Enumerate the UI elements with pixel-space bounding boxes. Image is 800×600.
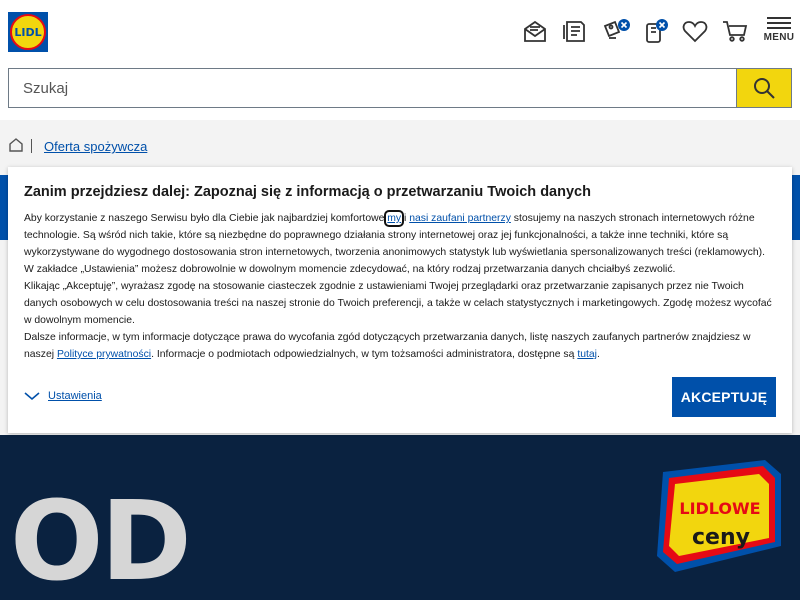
consent-paragraph-3: Klikając „Akceptuję”, wyrażasz zgodę na … bbox=[24, 281, 772, 326]
svg-text:LIDL: LIDL bbox=[14, 26, 41, 39]
svg-text:LIDLOWE: LIDLOWE bbox=[679, 499, 760, 518]
modal-body: Aby korzystanie z naszego Serwisu było d… bbox=[24, 210, 774, 363]
settings-toggle[interactable]: Ustawienia bbox=[24, 390, 102, 402]
svg-text:ceny: ceny bbox=[692, 525, 750, 550]
here-link[interactable]: tutaj bbox=[577, 349, 597, 360]
my-link[interactable]: my bbox=[384, 210, 405, 227]
cart-icon[interactable] bbox=[720, 16, 750, 46]
trusted-partners-link[interactable]: nasi zaufani partnerzy bbox=[409, 213, 511, 224]
lidl-plus-coupons-icon[interactable] bbox=[602, 16, 632, 46]
settings-label: Ustawienia bbox=[48, 390, 102, 402]
consent-paragraph-1: Aby korzystanie z naszego Serwisu było d… bbox=[24, 210, 765, 258]
leaflet-icon[interactable] bbox=[560, 16, 590, 46]
menu-label: MENU bbox=[763, 32, 795, 43]
modal-title: Zanim przejdziesz dalej: Zapoznaj się z … bbox=[24, 184, 591, 200]
hamburger-icon bbox=[762, 17, 796, 29]
cookie-consent-modal: Zanim przejdziesz dalej: Zapoznaj się z … bbox=[8, 167, 792, 433]
chevron-down-icon bbox=[24, 392, 40, 401]
lidl-plus-app-icon[interactable] bbox=[642, 16, 672, 46]
breadcrumb-link[interactable]: Oferta spożywcza bbox=[44, 139, 147, 154]
search-icon bbox=[754, 78, 775, 99]
accept-button[interactable]: AKCEPTUJĘ bbox=[672, 377, 776, 417]
lidl-logo[interactable]: LIDL bbox=[8, 12, 48, 52]
search-button[interactable] bbox=[736, 69, 791, 107]
wishlist-icon[interactable] bbox=[680, 16, 710, 46]
breadcrumb-separator bbox=[31, 139, 32, 153]
consent-paragraph-4: Dalsze informacje, w tym informacje doty… bbox=[24, 332, 751, 360]
banner-big-text: OD bbox=[10, 477, 192, 600]
home-icon[interactable] bbox=[8, 137, 24, 158]
privacy-policy-link[interactable]: Polityce prywatności bbox=[57, 349, 151, 360]
menu-button[interactable]: MENU bbox=[762, 14, 796, 50]
lidlowe-ceny-badge: LIDLOWE ceny bbox=[655, 460, 785, 580]
newsletter-icon[interactable] bbox=[520, 16, 550, 46]
consent-paragraph-2: W zakładce „Ustawienia” możesz dobrowoln… bbox=[24, 264, 676, 275]
search-input[interactable] bbox=[9, 69, 737, 107]
site-header: LIDL MENU bbox=[0, 0, 800, 120]
search-bar bbox=[8, 68, 792, 108]
